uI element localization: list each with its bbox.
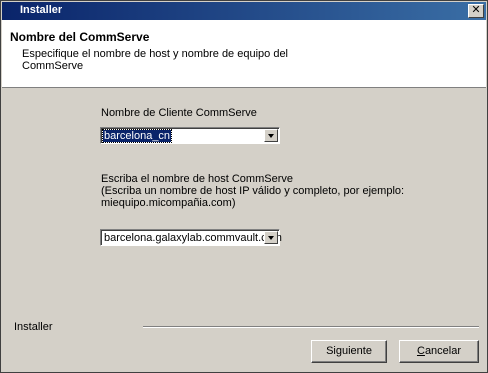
footer-divider: [143, 326, 479, 328]
client-name-combobox[interactable]: barcelona_cn: [100, 127, 280, 144]
client-name-label: Nombre de Cliente CommServe: [101, 107, 257, 119]
window-title: Installer: [20, 4, 63, 16]
next-button[interactable]: Siguiente: [311, 340, 387, 363]
cancel-button[interactable]: Cancelar: [399, 340, 479, 363]
host-name-value: barcelona.galaxylab.commvault.com: [104, 232, 282, 244]
cancel-label-rest: ancelar: [424, 345, 462, 357]
close-button[interactable]: ✕: [468, 4, 484, 18]
client-name-dropdown-button[interactable]: [264, 129, 278, 142]
host-name-hint-example: miequipo.micompañia.com): [101, 197, 236, 209]
host-name-hint: (Escriba un nombre de host IP válido y c…: [101, 185, 405, 197]
footer-installer-label: Installer: [14, 321, 53, 333]
installer-window: Installer ✕ Nombre del CommServe Especif…: [0, 0, 488, 373]
page-title: Nombre del CommServe: [10, 30, 150, 44]
client-name-value: barcelona_cn: [101, 129, 173, 143]
host-name-combobox[interactable]: barcelona.galaxylab.commvault.com: [100, 229, 282, 246]
close-icon: ✕: [471, 4, 481, 16]
host-name-dropdown-button[interactable]: [264, 231, 278, 244]
page-subtitle: Especifique el nombre de host y nombre d…: [22, 48, 289, 72]
host-name-label: Escriba el nombre de host CommServe: [101, 173, 293, 185]
header-panel: Nombre del CommServe Especifique el nomb…: [2, 20, 486, 88]
title-bar: Installer ✕: [2, 2, 486, 20]
cancel-accelerator: C: [416, 345, 425, 357]
